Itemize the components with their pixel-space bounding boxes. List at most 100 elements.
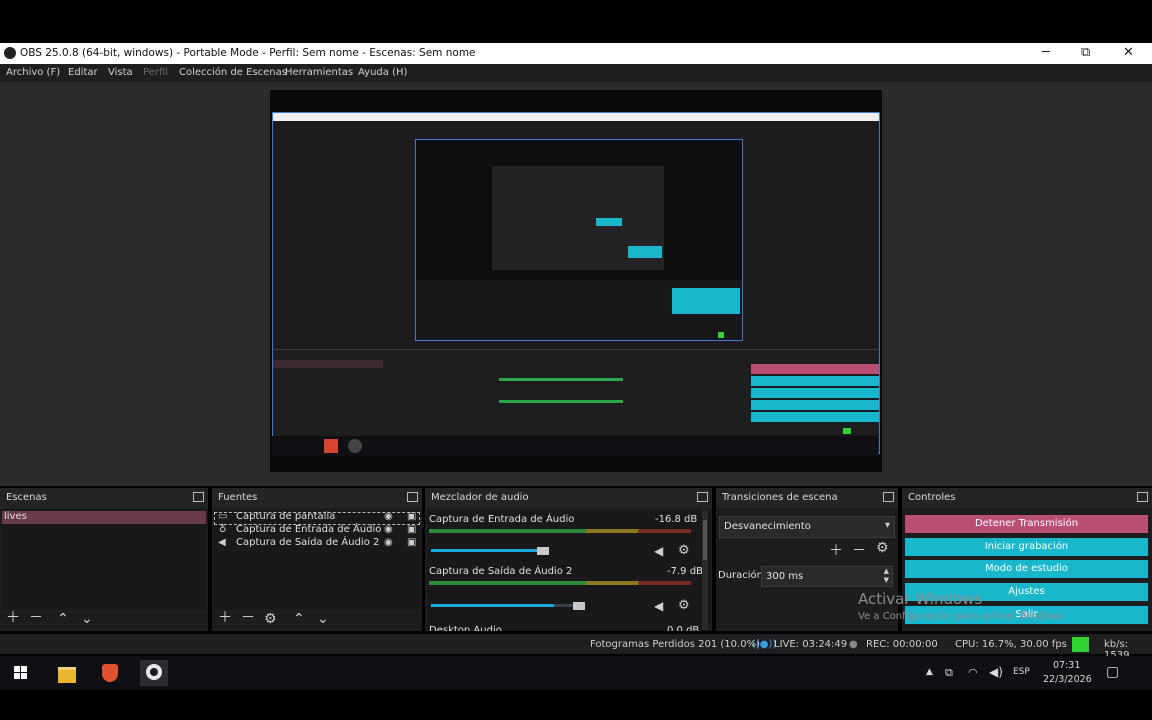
obs-taskbar-icon[interactable] xyxy=(140,660,168,686)
gear-icon[interactable]: ⚙ xyxy=(678,543,690,558)
windows-start-icon[interactable] xyxy=(7,660,35,686)
start-recording-button[interactable]: Iniciar grabación xyxy=(905,538,1148,556)
nested-title-bar xyxy=(273,113,879,121)
menu-editar[interactable]: Editar xyxy=(68,67,98,78)
windows-taskbar: ▲ ⧉ ◠ ◀) ESP 07:31 22/3/2026 ▢ xyxy=(0,656,1152,690)
eye-icon[interactable]: ◉ xyxy=(384,524,393,535)
volume-meter xyxy=(429,529,691,533)
sources-dock-header: Fuentes xyxy=(212,488,422,508)
transitions-dock-header: Transiciones de escena xyxy=(716,488,898,508)
undock-icon[interactable] xyxy=(697,492,708,502)
preview-canvas[interactable] xyxy=(270,90,882,472)
menu-coleccion-escenas[interactable]: Colección de Escenas xyxy=(179,67,287,78)
move-up-icon[interactable]: ⌃ xyxy=(293,611,305,627)
volume-slider-handle[interactable] xyxy=(573,602,585,610)
file-explorer-icon[interactable] xyxy=(53,660,81,686)
nested-btn-2 xyxy=(751,388,879,398)
channel-name: Captura de Entrada de Áudio xyxy=(429,514,575,525)
move-down-icon[interactable]: ⌄ xyxy=(317,611,329,627)
add-scene-icon[interactable]: ＋ xyxy=(6,607,20,627)
wifi-icon[interactable]: ◠ xyxy=(968,666,978,679)
clock-time[interactable]: 07:31 xyxy=(1053,660,1080,671)
brave-browser-icon[interactable] xyxy=(96,660,124,686)
spin-down-icon[interactable]: ▼ xyxy=(884,576,889,584)
volume-icon[interactable]: ◀) xyxy=(989,665,1003,679)
controls-dock-header: Controles xyxy=(902,488,1152,508)
monitor-icon: ▭ xyxy=(218,511,228,522)
remove-source-icon[interactable]: － xyxy=(241,607,255,627)
language-indicator[interactable]: ESP xyxy=(1013,667,1030,677)
remove-scene-icon[interactable]: － xyxy=(29,607,43,627)
nested-btn-3 xyxy=(751,400,879,410)
source-item[interactable]: Captura de Saída de Áudio 2 xyxy=(236,537,379,548)
eye-icon[interactable]: ◉ xyxy=(384,537,393,548)
undock-icon[interactable] xyxy=(193,492,204,502)
nested-obs-icon xyxy=(348,439,362,453)
spin-up-icon[interactable]: ▲ xyxy=(884,567,889,575)
scene-item-lives[interactable]: lives xyxy=(4,511,27,522)
menu-herramientas[interactable]: Herramientas xyxy=(285,67,353,78)
minimize-button[interactable]: ─ xyxy=(1042,45,1050,60)
menu-perfil[interactable]: Perfil xyxy=(143,67,168,78)
nested-preview-3 xyxy=(492,166,664,270)
speaker-mute-icon[interactable]: ◀ xyxy=(654,599,663,613)
menu-archivo[interactable]: Archivo (F) xyxy=(6,67,60,78)
studio-mode-button[interactable]: Modo de estudio xyxy=(905,560,1148,578)
stop-streaming-button[interactable]: Detener Transmisión xyxy=(905,515,1148,533)
add-transition-icon[interactable]: ＋ xyxy=(829,540,843,560)
volume-slider-fill xyxy=(431,604,554,607)
menu-vista[interactable]: Vista xyxy=(108,67,133,78)
gear-icon[interactable]: ⚙ xyxy=(264,611,277,627)
activate-windows-title: Activar Windows xyxy=(858,590,983,608)
broadcast-icon: ((●)) xyxy=(752,639,777,650)
source-item[interactable]: Captura de pantalla xyxy=(236,511,335,522)
mixer-title: Mezclador de audio xyxy=(431,492,529,503)
remove-transition-icon[interactable]: － xyxy=(852,540,866,560)
lock-icon[interactable]: ▣ xyxy=(407,524,416,535)
add-source-icon[interactable]: ＋ xyxy=(218,607,232,627)
undock-icon[interactable] xyxy=(407,492,418,502)
speaker-icon: ◀ xyxy=(218,537,226,548)
menu-ayuda[interactable]: Ayuda (H) xyxy=(358,67,407,78)
clock-date[interactable]: 22/3/2026 xyxy=(1043,674,1092,685)
nested-meter-1 xyxy=(499,378,623,381)
duration-label: Duración xyxy=(718,570,764,581)
nested-indicator-3 xyxy=(718,332,724,338)
undock-icon[interactable] xyxy=(883,492,894,502)
sources-list: ▭ Captura de pantalla ◉ ▣ ♁ Captura de E… xyxy=(214,510,420,609)
network-adapter-icon[interactable]: ⧉ xyxy=(945,666,953,680)
obs-logo-icon xyxy=(4,47,16,59)
nested-brave-icon xyxy=(324,439,338,453)
live-time: LIVE: 03:24:49 xyxy=(774,639,848,650)
maximize-button[interactable]: ⧉ xyxy=(1081,45,1090,60)
lock-icon[interactable]: ▣ xyxy=(407,511,416,522)
source-item[interactable]: Captura de Entrada de Áudio xyxy=(236,524,381,535)
cpu-fps: CPU: 16.7%, 30.00 fps xyxy=(955,639,1067,650)
nested-controls-3 xyxy=(672,288,740,314)
speaker-mute-icon[interactable]: ◀ xyxy=(654,544,663,558)
notification-icon[interactable]: ▢ xyxy=(1106,664,1119,680)
nested-taskbar xyxy=(272,436,878,456)
mixer-scrollbar[interactable] xyxy=(702,510,708,630)
scrollbar-thumb[interactable] xyxy=(703,520,707,560)
transition-select[interactable]: Desvanecimiento ▾ xyxy=(719,516,895,538)
title-bar: OBS 25.0.8 (64-bit, windows) - Portable … xyxy=(0,43,1152,64)
volume-slider-handle[interactable] xyxy=(537,547,549,555)
lock-icon[interactable]: ▣ xyxy=(407,537,416,548)
eye-icon[interactable]: ◉ xyxy=(384,511,393,522)
move-up-icon[interactable]: ⌃ xyxy=(57,611,69,627)
undock-icon[interactable] xyxy=(1137,492,1148,502)
sources-title: Fuentes xyxy=(218,492,258,503)
channel-db: -16.8 dB xyxy=(655,514,698,525)
gear-icon[interactable]: ⚙ xyxy=(678,598,690,613)
move-down-icon[interactable]: ⌄ xyxy=(81,611,93,627)
scene-row-selected[interactable]: lives xyxy=(2,511,206,524)
nested-indicator xyxy=(843,428,851,434)
tray-expand-icon[interactable]: ▲ xyxy=(926,667,933,677)
nested-scene-row xyxy=(273,360,383,368)
duration-field[interactable]: 300 ms ▲ ▼ xyxy=(761,566,893,587)
connection-indicator xyxy=(1072,637,1089,652)
gear-icon[interactable]: ⚙ xyxy=(876,540,889,556)
window-title: OBS 25.0.8 (64-bit, windows) - Portable … xyxy=(20,47,476,59)
close-button[interactable]: ✕ xyxy=(1123,45,1134,60)
